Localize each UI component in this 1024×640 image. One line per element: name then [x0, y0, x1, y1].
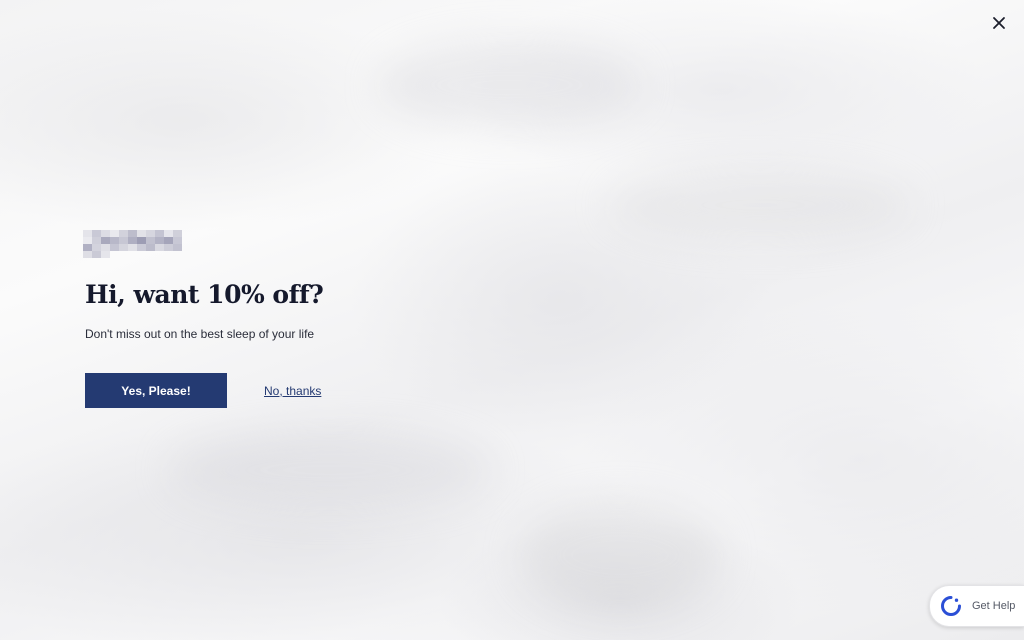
- no-thanks-link[interactable]: No, thanks: [264, 384, 321, 398]
- popup-subtext: Don't miss out on the best sleep of your…: [85, 327, 315, 341]
- get-help-label: Get Help: [972, 600, 1016, 612]
- yes-please-button[interactable]: Yes, Please!: [85, 373, 227, 408]
- close-icon: [993, 17, 1005, 29]
- popup-actions: Yes, Please! No, thanks: [85, 373, 445, 408]
- discount-popup: Hi, want 10% off? Don't miss out on the …: [83, 230, 445, 408]
- popup-headline: Hi, want 10% off?: [85, 280, 324, 309]
- get-help-button[interactable]: Get Help: [929, 585, 1024, 627]
- close-button[interactable]: [988, 12, 1010, 34]
- brand-logo: [83, 230, 189, 258]
- help-spinner-icon: [941, 596, 961, 616]
